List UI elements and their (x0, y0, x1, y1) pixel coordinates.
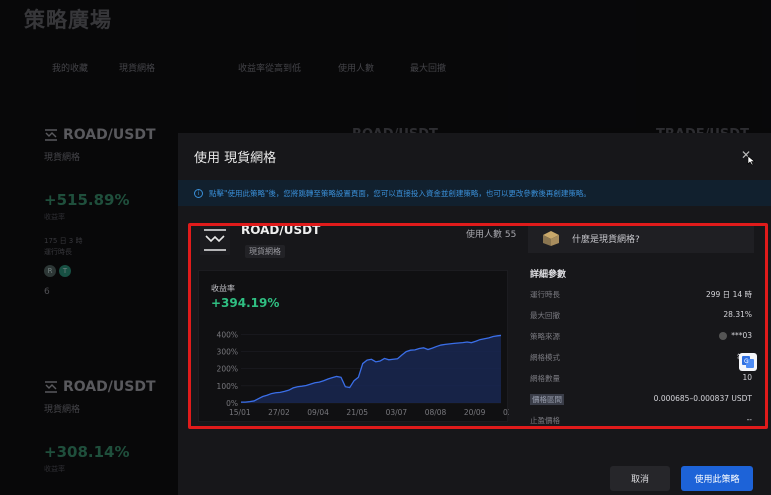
roi-chart-svg: 400% 300% 200% 100% 0%15/01 27/02 09/04 21/05 03… (217, 330, 509, 417)
param-row: 價格區間 0.000685–0.000837 USDT (530, 394, 752, 406)
chart-y-tick-label: 400% (217, 330, 238, 339)
use-strategy-modal: 使用 現貨網格 ✕ i 點擊"使用此策略"後，您將跳轉至策略設置頁面，您可以直接… (178, 133, 771, 495)
strategy-summary: ROAD/USDT 現貨網格 使用人數 55 收益率 +394.19% 400%… (198, 223, 528, 423)
chart-x-tick-label: 20/09 (464, 408, 486, 417)
param-value: 299 日 14 時 (705, 290, 752, 299)
chart-x-tick-label: 21/05 (346, 408, 368, 417)
param-key-highlighted: 價格區間 (530, 394, 564, 405)
grid-strategy-icon (200, 225, 230, 255)
param-key: 策略來源 (530, 332, 560, 341)
chart-y-tick-label: 200% (217, 365, 238, 374)
params-title: 詳細參數 (530, 270, 567, 280)
param-row: 策略來源 ***03 (530, 331, 752, 343)
translate-icon[interactable]: G (739, 353, 757, 371)
chart-x-tick-label: 15/01 (229, 408, 251, 417)
param-row: 最大回撤 28.31% (530, 310, 752, 322)
strategy-detail: ROAD/USDT 現貨網格 使用人數 55 收益率 +394.19% 400%… (190, 219, 762, 435)
cancel-button[interactable]: 取消 (610, 466, 670, 491)
strategy-type-badge: 現貨網格 (245, 245, 285, 258)
chart-x-tick-label: 02/ (503, 408, 509, 417)
param-value: 0.000685–0.000837 USDT (653, 394, 752, 403)
box-icon (543, 231, 559, 246)
chart-x-tick-label: 08/08 (425, 408, 447, 417)
modal-footer: 取消 使用此策略 (178, 455, 771, 495)
param-row: 止盈價格 -- (530, 415, 752, 427)
use-strategy-button[interactable]: 使用此策略 (681, 466, 753, 491)
chart-x-tick-label: 09/04 (307, 408, 329, 417)
chart-y-tick-label: 0% (226, 399, 238, 408)
param-row: 網格模式 等比 (530, 352, 752, 364)
param-key: 最大回撤 (530, 311, 560, 320)
param-key: 網格模式 (530, 353, 560, 362)
param-value: 10 (742, 373, 752, 382)
robot-icon (719, 332, 728, 340)
notice-banner: i 點擊"使用此策略"後，您將跳轉至策略設置頁面，您可以直接投入資金並創建策略，… (178, 180, 771, 206)
param-row: 運行時長 299 日 14 時 (530, 289, 752, 301)
param-value: ***03 (731, 331, 752, 340)
info-icon: i (194, 188, 203, 198)
roi-chart: 收益率 +394.19% 400% 300% 200% 100% 0% 15/01 27/0… (198, 270, 509, 422)
notice-text: 點擊"使用此策略"後，您將跳轉至策略設置頁面，您可以直接投入資金並創建策略，也可… (209, 188, 591, 198)
param-key: 運行時長 (530, 290, 560, 299)
strategy-params-panel: 什麼是現貨網格? 詳細參數 運行時長 299 日 14 時 最大回撤 28.31… (528, 219, 754, 435)
users-count: 使用人數 55 (466, 230, 517, 240)
what-is-grid-link[interactable]: 什麼是現貨網格? (528, 223, 754, 253)
chart-x-tick-label: 27/02 (268, 408, 290, 417)
param-value: 28.31% (723, 310, 752, 319)
modal-title: 使用 現貨網格 (194, 151, 277, 166)
svg-text:G: G (744, 358, 749, 365)
strategy-pair: ROAD/USDT (241, 223, 321, 237)
param-value: -- (746, 415, 752, 424)
mouse-cursor-icon (747, 155, 756, 166)
chart-y-tick-label: 300% (217, 348, 238, 357)
chart-x-tick-label: 03/07 (386, 408, 408, 417)
what-is-grid-text: 什麼是現貨網格? (572, 234, 640, 245)
param-key: 止盈價格 (530, 416, 560, 425)
param-key: 網格數量 (530, 374, 560, 383)
param-row: 網格數量 10 (530, 373, 752, 385)
chart-y-tick-label: 100% (217, 382, 238, 391)
